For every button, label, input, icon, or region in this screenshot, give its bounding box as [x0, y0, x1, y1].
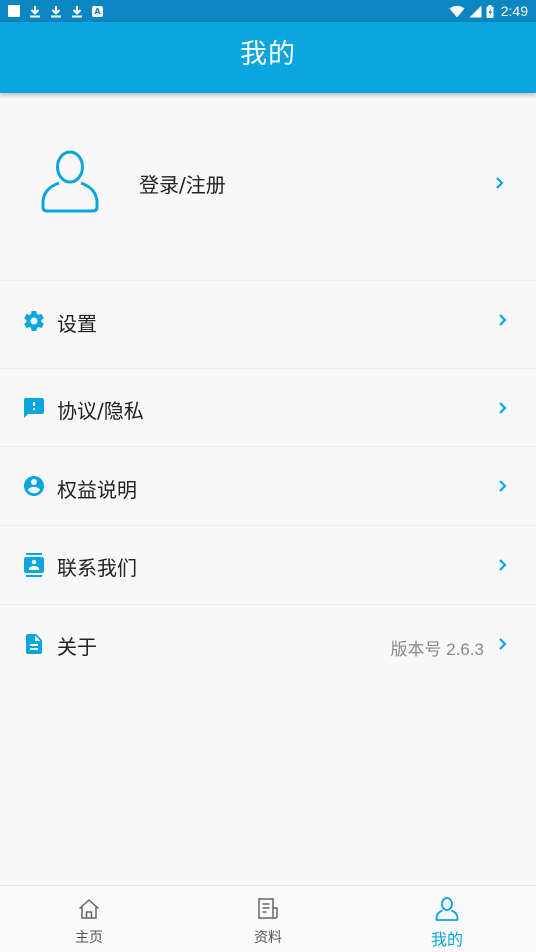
- contacts-icon: [24, 553, 44, 577]
- chevron-right-icon: [499, 559, 507, 571]
- menu-item-rights-description[interactable]: 权益说明: [0, 447, 536, 526]
- tab-label: 资料: [254, 930, 282, 946]
- news-icon: [258, 898, 278, 919]
- battery-icon: [486, 4, 494, 18]
- user-avatar-icon: [41, 150, 99, 213]
- tab-materials[interactable]: 资料: [208, 886, 328, 952]
- chevron-right-icon: [499, 638, 507, 650]
- status-bar: A 2:49: [0, 0, 536, 22]
- person-icon: [435, 897, 459, 921]
- menu-item-contact-us[interactable]: 联系我们: [0, 526, 536, 605]
- download-icon: [29, 5, 41, 18]
- wifi-icon: [449, 5, 465, 17]
- home-icon: [78, 899, 100, 919]
- version-number: 版本号 2.6.3: [390, 640, 484, 659]
- status-time: 2:49: [500, 3, 528, 19]
- bottom-tab-bar: 主页 资料 我的: [0, 885, 536, 952]
- chevron-right-icon: [499, 480, 507, 492]
- document-icon: [26, 634, 42, 654]
- chevron-right-icon: [496, 177, 504, 189]
- app-notification-icon: A: [92, 5, 103, 17]
- page-title: 我的: [240, 39, 296, 70]
- tab-label: 主页: [75, 930, 103, 946]
- account-circle-icon: [24, 476, 44, 496]
- menu-item-label: 关于: [57, 635, 97, 659]
- notification-square-icon: [8, 5, 20, 17]
- download-icon: [50, 5, 62, 18]
- system-status: 2:49: [449, 3, 528, 19]
- app-bar: 我的: [0, 22, 536, 93]
- tab-label: 我的: [430, 930, 463, 949]
- menu-item-label: 设置: [57, 312, 97, 336]
- notification-icons: A: [8, 5, 103, 18]
- menu-item-about[interactable]: 关于 版本号 2.6.3: [0, 605, 536, 683]
- menu-item-agreement-privacy[interactable]: 协议/隐私: [0, 369, 536, 447]
- tab-home[interactable]: 主页: [29, 886, 149, 952]
- chevron-right-icon: [499, 314, 507, 326]
- gear-icon: [24, 311, 44, 332]
- chevron-right-icon: [499, 402, 507, 414]
- download-icon: [71, 5, 83, 18]
- menu-item-label: 联系我们: [57, 556, 137, 580]
- menu-item-settings[interactable]: 设置: [0, 282, 536, 369]
- tab-mine[interactable]: 我的: [387, 886, 507, 952]
- feedback-icon: [24, 398, 44, 418]
- login-register-label: 登录/注册: [139, 173, 226, 197]
- menu-item-label: 协议/隐私: [57, 399, 144, 423]
- signal-icon: [469, 5, 482, 17]
- menu-item-label: 权益说明: [57, 478, 137, 502]
- login-row[interactable]: 登录/注册: [0, 93, 536, 281]
